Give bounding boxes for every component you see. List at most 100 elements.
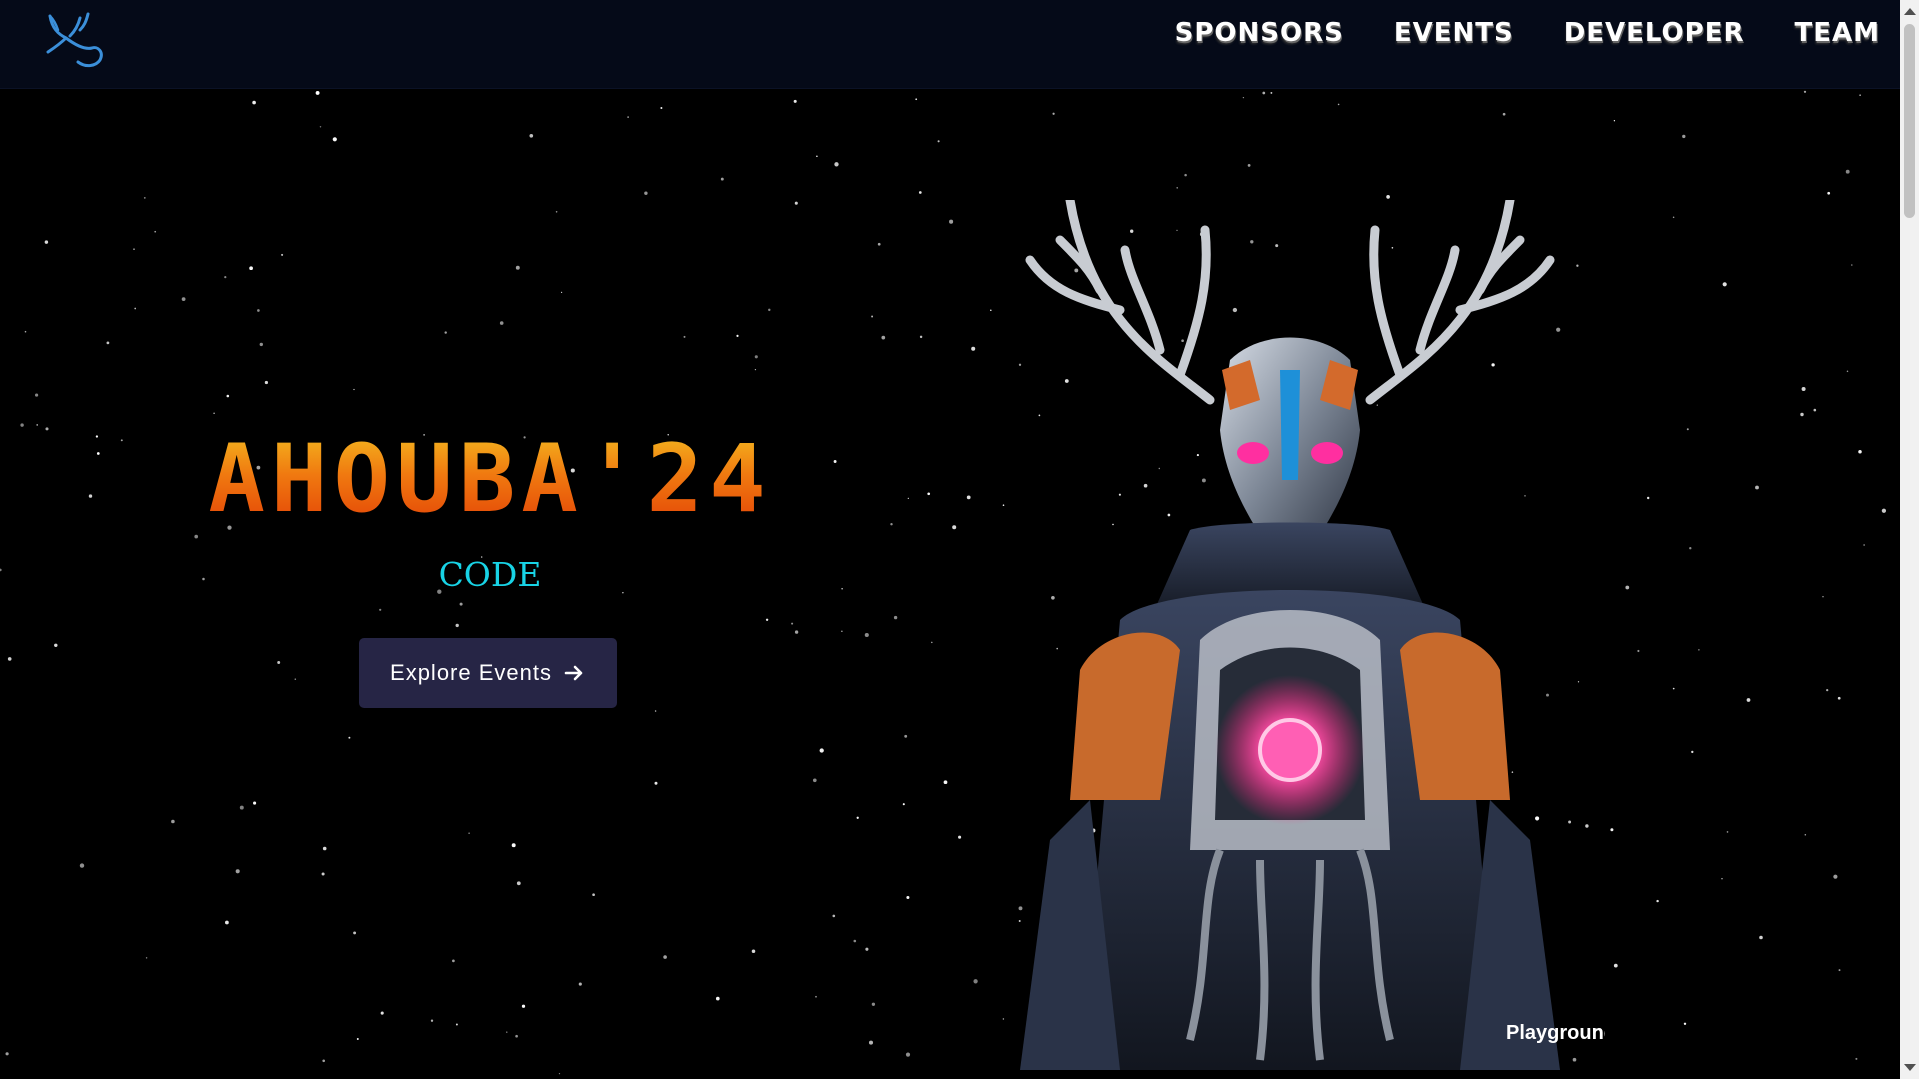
star bbox=[905, 1052, 911, 1057]
star bbox=[225, 920, 229, 925]
star bbox=[444, 331, 447, 334]
star bbox=[931, 641, 933, 644]
star bbox=[1726, 831, 1729, 833]
scroll-up-arrow-icon[interactable] bbox=[1904, 8, 1916, 15]
star bbox=[96, 452, 100, 455]
star bbox=[134, 307, 137, 310]
star bbox=[235, 869, 240, 874]
star bbox=[1804, 834, 1807, 836]
star bbox=[816, 155, 818, 157]
star bbox=[1721, 877, 1723, 880]
star bbox=[881, 335, 886, 340]
star bbox=[253, 801, 257, 805]
star bbox=[865, 947, 869, 951]
star bbox=[322, 1059, 326, 1063]
playground-watermark: Playground bbox=[1500, 1022, 1605, 1045]
star bbox=[133, 248, 135, 250]
star bbox=[893, 615, 898, 620]
star bbox=[511, 843, 516, 848]
star bbox=[249, 266, 253, 271]
star bbox=[1722, 282, 1727, 287]
star bbox=[506, 1031, 508, 1033]
star bbox=[499, 321, 504, 325]
star bbox=[1859, 94, 1861, 96]
star bbox=[515, 265, 520, 270]
star bbox=[1846, 370, 1849, 373]
star bbox=[24, 330, 27, 333]
star bbox=[1822, 596, 1824, 598]
star bbox=[720, 177, 724, 181]
star bbox=[793, 99, 797, 103]
star bbox=[332, 137, 337, 142]
star bbox=[754, 355, 758, 359]
star bbox=[877, 242, 881, 246]
star bbox=[226, 394, 230, 398]
star bbox=[578, 982, 582, 986]
star bbox=[736, 334, 739, 337]
star bbox=[1337, 103, 1340, 106]
star bbox=[277, 661, 281, 664]
star bbox=[36, 424, 39, 426]
star bbox=[315, 90, 320, 95]
star bbox=[171, 819, 175, 824]
star bbox=[1855, 1057, 1858, 1060]
star bbox=[907, 497, 909, 500]
star bbox=[627, 116, 629, 118]
star bbox=[1801, 386, 1806, 392]
star bbox=[1881, 508, 1887, 513]
scroll-down-arrow-icon[interactable] bbox=[1904, 1064, 1916, 1071]
star bbox=[252, 100, 256, 105]
star bbox=[890, 522, 893, 526]
nav-link-developer[interactable]: DEVELOPER bbox=[1564, 18, 1745, 48]
star bbox=[1656, 899, 1659, 903]
star bbox=[1386, 195, 1390, 199]
star bbox=[1858, 449, 1862, 454]
star bbox=[765, 618, 769, 621]
star bbox=[1837, 696, 1841, 700]
star bbox=[1672, 216, 1675, 219]
star bbox=[919, 335, 923, 339]
star bbox=[834, 162, 839, 167]
star bbox=[815, 995, 817, 998]
star bbox=[812, 778, 817, 783]
vertical-scrollbar[interactable] bbox=[1900, 0, 1919, 1079]
star bbox=[751, 949, 756, 954]
star bbox=[833, 460, 837, 463]
star bbox=[927, 492, 931, 496]
star bbox=[194, 534, 199, 539]
star bbox=[521, 1004, 526, 1008]
star bbox=[949, 219, 954, 224]
watermark-text: Playground bbox=[1506, 1022, 1605, 1044]
star bbox=[904, 734, 908, 738]
explore-events-button[interactable]: Explore Events bbox=[359, 638, 617, 708]
star bbox=[1270, 91, 1273, 94]
star bbox=[45, 427, 49, 431]
page: SPONSORS EVENTS DEVELOPER TEAM AHOUBA'24… bbox=[0, 0, 1919, 1079]
star bbox=[1691, 750, 1694, 754]
star bbox=[1827, 191, 1831, 195]
star bbox=[1813, 408, 1817, 412]
star bbox=[560, 291, 563, 294]
star bbox=[1184, 173, 1187, 177]
nav-link-events[interactable]: EVENTS bbox=[1394, 18, 1514, 48]
star bbox=[1262, 91, 1266, 95]
star bbox=[95, 435, 99, 438]
star bbox=[106, 341, 110, 345]
scrollbar-thumb[interactable] bbox=[1904, 24, 1915, 218]
star bbox=[516, 881, 521, 886]
nav-link-team[interactable]: TEAM bbox=[1795, 18, 1881, 48]
star bbox=[853, 939, 857, 943]
star bbox=[1800, 412, 1804, 417]
star bbox=[1052, 112, 1055, 115]
nav-link-sponsors[interactable]: SPONSORS bbox=[1175, 18, 1344, 48]
star bbox=[943, 780, 948, 785]
star bbox=[1759, 935, 1763, 940]
deer-antler-logo-icon[interactable] bbox=[40, 8, 110, 70]
star bbox=[1845, 169, 1850, 174]
star bbox=[213, 412, 215, 414]
star bbox=[44, 240, 49, 244]
star bbox=[319, 126, 322, 128]
explore-events-label: Explore Events bbox=[390, 660, 552, 685]
star bbox=[455, 1023, 458, 1026]
star bbox=[430, 1019, 434, 1022]
